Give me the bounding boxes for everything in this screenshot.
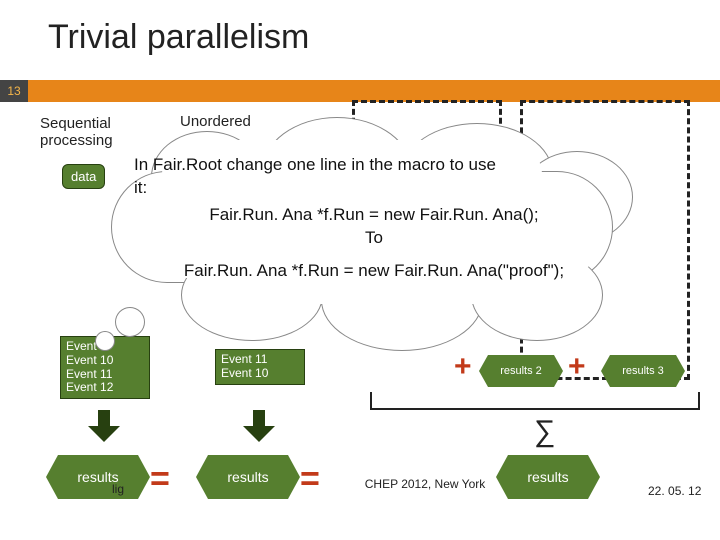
footer-lig: lig [112,482,124,496]
event-row: Event 12 [66,381,144,395]
cloud-callout: In Fair.Root change one line in the macr… [92,132,632,332]
equals-icon: = [150,460,170,499]
cloud-text: In Fair.Root change one line in the macr… [134,154,614,283]
event-row: Event 11 [221,353,299,367]
accent-bar [0,80,720,102]
event-list-2: Event 11 Event 10 [215,349,305,385]
event-row: Event 11 [66,368,144,382]
partial-label: results 2 [500,365,542,377]
slide-title: Trivial parallelism [48,18,309,57]
equals-icon: = [300,460,320,499]
results-label: results [527,469,568,485]
arrow-down-icon [243,410,273,444]
event-row: Event 10 [221,367,299,381]
sigma-icon: ∑ [534,415,555,449]
partial-label: results 3 [622,365,664,377]
arrow-down-icon [88,410,118,444]
cloud-line-2: it: [134,177,614,200]
partial-results-3: results 3 [610,355,676,387]
slide: Trivial parallelism 13 Sequential proces… [0,0,720,540]
cloud-line-4: To [134,227,614,250]
label-unordered: Unordered [180,113,251,130]
page-number: 13 [0,80,28,102]
results-hex-2: results [208,455,288,499]
cloud-line-1: In Fair.Root change one line in the macr… [134,154,614,177]
cloud-line-3: Fair.Run. Ana *f.Run = new Fair.Run. Ana… [134,204,614,227]
plus-icon: + [454,350,472,384]
footer-chep: CHEP 2012, New York [360,478,490,491]
footer-date: 22. 05. 12 [648,484,701,498]
brace-bracket [370,392,700,410]
results-hex-1: results [58,455,138,499]
cloud-line-5: Fair.Run. Ana *f.Run = new Fair.Run. Ana… [134,260,614,283]
partial-results-2: results 2 [488,355,554,387]
results-label: results [227,469,268,485]
plus-icon: + [568,350,586,384]
results-hex-final: results [508,455,588,499]
event-row: Event 10 [66,354,144,368]
